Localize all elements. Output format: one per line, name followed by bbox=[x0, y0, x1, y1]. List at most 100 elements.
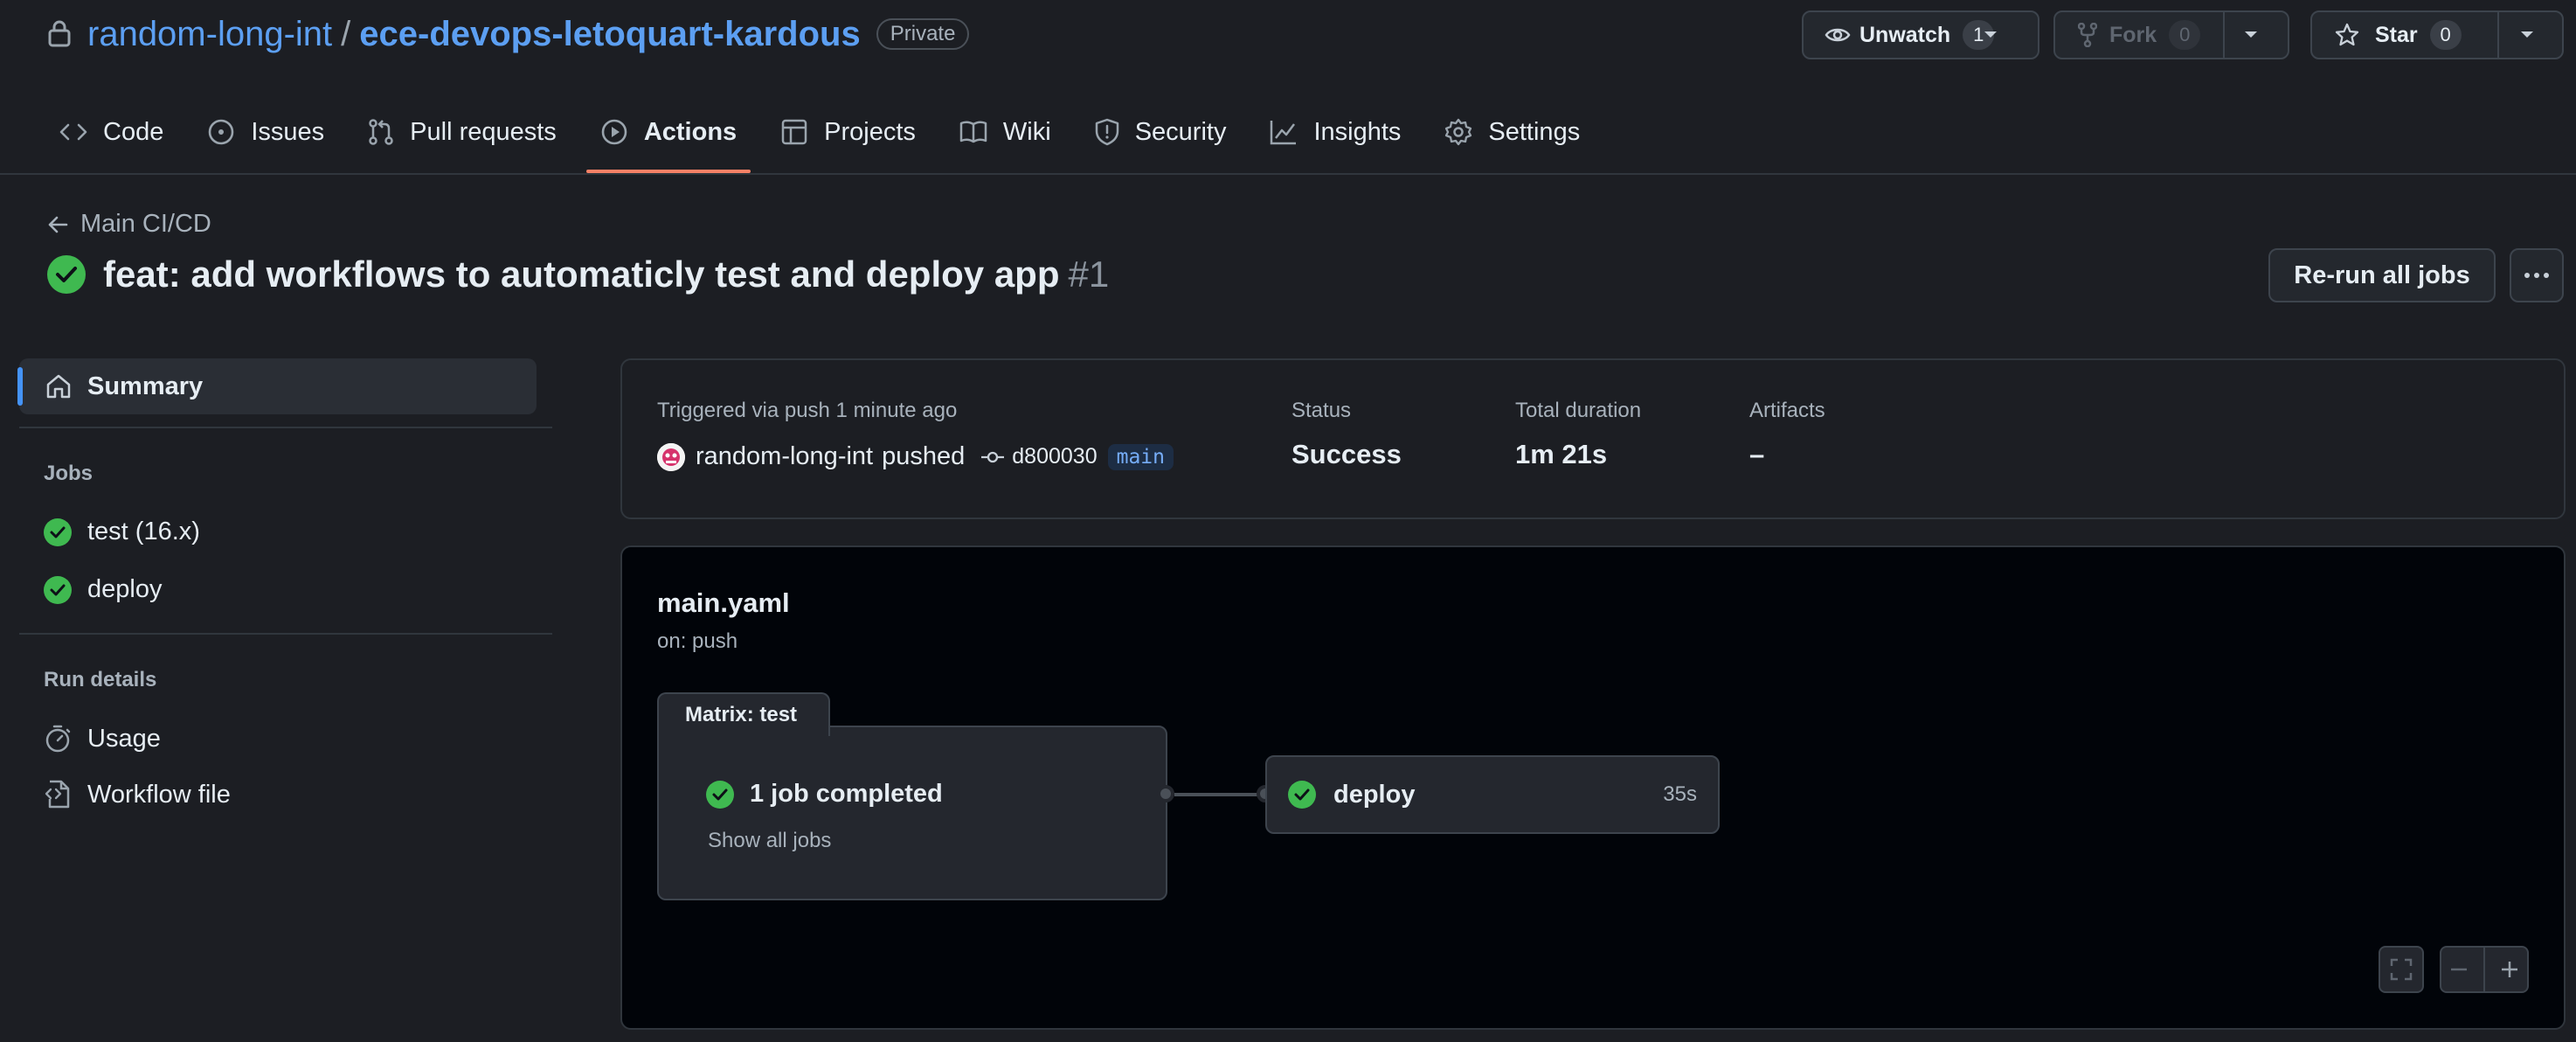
star-button[interactable]: Star 0 bbox=[2312, 12, 2497, 58]
jobs-heading: Jobs bbox=[44, 462, 93, 485]
stopwatch-icon bbox=[44, 724, 87, 754]
tab-code[interactable]: Code bbox=[59, 112, 163, 152]
graph-icon bbox=[1270, 119, 1313, 145]
zoom-in-button[interactable] bbox=[2499, 959, 2520, 980]
status-label: Status bbox=[1291, 399, 1352, 422]
zoom-out-button[interactable] bbox=[2448, 959, 2469, 980]
pull-request-icon bbox=[368, 118, 410, 146]
matrix-group[interactable] bbox=[657, 726, 1167, 900]
branch-badge[interactable]: main bbox=[1107, 443, 1174, 470]
artifacts-label: Artifacts bbox=[1749, 399, 1825, 422]
tab-label: Code bbox=[103, 117, 164, 146]
tab-insights[interactable]: Insights bbox=[1270, 112, 1401, 152]
tab-label: Security bbox=[1134, 117, 1227, 146]
sidebar-item-job-deploy[interactable]: deploy bbox=[44, 575, 162, 604]
matrix-status-text: 1 job completed bbox=[750, 780, 943, 808]
workflow-file-name: main.yaml bbox=[657, 587, 790, 618]
kebab-horizontal-icon bbox=[2524, 272, 2550, 279]
check-circle-icon bbox=[47, 255, 86, 294]
job-node-deploy[interactable]: deploy 35s bbox=[1265, 755, 1720, 834]
gear-icon bbox=[1444, 118, 1488, 146]
sidebar-item-label: Workflow file bbox=[87, 780, 231, 809]
workflow-trigger: on: push bbox=[657, 629, 738, 653]
artifacts-value: – bbox=[1749, 439, 1765, 469]
run-title: feat: add workflows to automaticly test … bbox=[47, 254, 1109, 295]
home-icon bbox=[45, 373, 87, 399]
star-dropdown[interactable] bbox=[2499, 12, 2555, 58]
shield-icon bbox=[1095, 118, 1135, 146]
unwatch-button[interactable]: Unwatch 1 bbox=[1804, 12, 1995, 58]
git-commit-icon bbox=[980, 450, 1012, 464]
repo-name-link[interactable]: ece-devops-letoquart-kardous bbox=[359, 12, 860, 56]
star-button-group: Star 0 bbox=[2310, 10, 2564, 59]
tab-issues[interactable]: Issues bbox=[207, 112, 324, 152]
tab-label: Settings bbox=[1488, 117, 1581, 146]
tab-label: Pull requests bbox=[410, 117, 557, 146]
sidebar-item-label: Usage bbox=[87, 724, 161, 753]
fullscreen-button[interactable] bbox=[2379, 946, 2424, 993]
unwatch-button-group: Unwatch 1 bbox=[1802, 10, 2039, 59]
sidebar-item-workflow-file[interactable]: Workflow file bbox=[44, 780, 231, 809]
tab-settings[interactable]: Settings bbox=[1444, 112, 1580, 152]
job-duration: 35s bbox=[1663, 782, 1697, 806]
matrix-label: Matrix: test bbox=[657, 692, 830, 736]
matrix-tab-join bbox=[659, 724, 828, 729]
tab-wiki[interactable]: Wiki bbox=[959, 112, 1051, 152]
check-circle-icon bbox=[706, 780, 734, 809]
sidebar-divider bbox=[19, 633, 552, 635]
sidebar-item-label: deploy bbox=[87, 575, 163, 603]
avatar[interactable] bbox=[657, 442, 685, 471]
sidebar-item-label: test (16.x) bbox=[87, 518, 200, 545]
sidebar-item-summary[interactable]: Summary bbox=[17, 358, 537, 414]
fork-count: 0 bbox=[2169, 20, 2201, 50]
rerun-all-jobs-button[interactable]: Re-run all jobs bbox=[2268, 248, 2496, 302]
sidebar-item-usage[interactable]: Usage bbox=[44, 724, 161, 754]
job-name: deploy bbox=[1333, 780, 1416, 809]
matrix-status: 1 job completed bbox=[706, 780, 943, 809]
show-all-jobs-link[interactable]: Show all jobs bbox=[708, 829, 831, 853]
fullscreen-icon bbox=[2390, 958, 2413, 981]
back-label: Main CI/CD bbox=[80, 210, 211, 238]
fork-dropdown[interactable] bbox=[2225, 12, 2277, 58]
push-action: pushed bbox=[882, 442, 966, 470]
plus-icon bbox=[2502, 962, 2517, 977]
sidebar-divider bbox=[19, 427, 552, 428]
code-icon bbox=[59, 122, 103, 142]
run-number: #1 bbox=[1068, 254, 1110, 295]
duration-label: Total duration bbox=[1515, 399, 1642, 422]
repo-separator: / bbox=[341, 15, 351, 53]
tab-label: Projects bbox=[824, 117, 916, 146]
graph-connector bbox=[1174, 793, 1265, 796]
fork-label: Fork bbox=[2109, 22, 2157, 47]
connector-start-dot bbox=[1157, 785, 1174, 802]
tab-projects[interactable]: Projects bbox=[780, 112, 916, 152]
tab-label: Issues bbox=[251, 117, 325, 146]
sidebar-item-job-test[interactable]: test (16.x) bbox=[44, 518, 200, 546]
caret-down-icon bbox=[2244, 31, 2258, 39]
tab-security[interactable]: Security bbox=[1095, 112, 1227, 152]
sidebar-item-label: Summary bbox=[87, 372, 204, 400]
star-label: Star bbox=[2375, 22, 2418, 47]
run-details-heading: Run details bbox=[44, 668, 157, 691]
eye-icon bbox=[1825, 25, 1851, 45]
tab-actions[interactable]: Actions bbox=[585, 112, 751, 173]
commit-link[interactable]: d800030 bbox=[980, 444, 1098, 469]
repo-title: random-long-int / ece-devops-letoquart-k… bbox=[87, 12, 970, 56]
repo-owner-link[interactable]: random-long-int bbox=[87, 12, 332, 56]
visibility-badge: Private bbox=[876, 18, 970, 50]
zoom-controls bbox=[2440, 946, 2529, 993]
star-icon bbox=[2335, 23, 2359, 47]
check-circle-icon bbox=[1288, 781, 1316, 809]
zoom-divider bbox=[2483, 948, 2485, 991]
more-options-button[interactable] bbox=[2510, 248, 2564, 302]
watch-dropdown[interactable] bbox=[1984, 12, 2013, 58]
issue-icon bbox=[207, 118, 251, 146]
status-value: Success bbox=[1291, 439, 1402, 469]
commit-sha: d800030 bbox=[1012, 444, 1098, 469]
star-count: 0 bbox=[2429, 20, 2462, 50]
actor-link[interactable]: random-long-int bbox=[696, 442, 873, 471]
tab-pull-requests[interactable]: Pull requests bbox=[368, 112, 557, 152]
fork-button[interactable]: Fork 0 bbox=[2055, 12, 2223, 58]
back-to-workflow-link[interactable]: Main CI/CD bbox=[47, 210, 211, 239]
run-title-text: feat: add workflows to automaticly test … bbox=[103, 254, 1060, 295]
